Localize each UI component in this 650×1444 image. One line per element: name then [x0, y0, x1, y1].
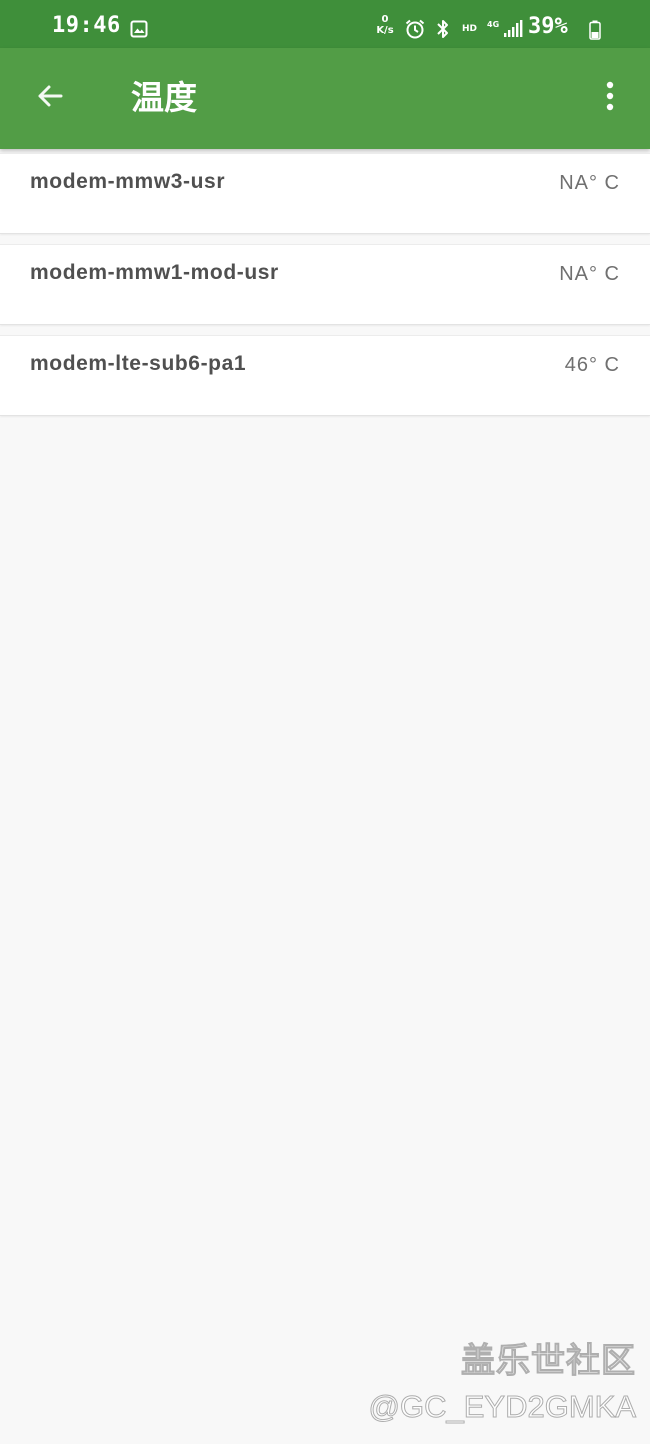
more-options-button[interactable] — [586, 70, 634, 126]
more-vert-icon — [606, 81, 614, 115]
bluetooth-icon — [434, 18, 452, 44]
sensor-row-mmw3[interactable]: modem-mmw3-usr NA° C — [0, 153, 650, 234]
sensor-list: modem-mmw3-usr NA° C modem-mmw1-mod-usr … — [0, 153, 650, 426]
alarm-icon — [404, 18, 426, 44]
network-speed: 0 K/s — [374, 14, 396, 36]
sensor-name: modem-lte-sub6-pa1 — [30, 352, 247, 375]
page-title: 温度 — [131, 78, 197, 117]
signal-icon — [503, 18, 523, 44]
back-button[interactable] — [22, 70, 78, 126]
network-type-label: 4G — [487, 20, 500, 29]
sensor-temperature: NA° C — [559, 263, 620, 285]
sensor-row-lte-sub6[interactable]: modem-lte-sub6-pa1 46° C — [0, 335, 650, 416]
watermark-title: 盖乐世社区 — [461, 1341, 636, 1382]
sensor-name: modem-mmw1-mod-usr — [30, 261, 279, 284]
status-time: 19:46 — [52, 13, 121, 38]
network-speed-unit: K/s — [376, 25, 394, 36]
sensor-temperature: 46° C — [564, 354, 620, 376]
gallery-icon — [130, 20, 148, 42]
watermark-user: @GC_EYD2GMKA — [368, 1389, 636, 1425]
hd-label: HD — [462, 24, 478, 34]
sensor-row-mmw1[interactable]: modem-mmw1-mod-usr NA° C — [0, 244, 650, 325]
network-speed-value: 0 — [381, 14, 389, 25]
app-bar: 温度 — [0, 48, 650, 149]
sensor-name: modem-mmw3-usr — [30, 170, 226, 193]
sensor-temperature: NA° C — [559, 172, 620, 194]
status-bar: 19:46 0 K/s HD 4G 39% — [0, 0, 650, 48]
battery-percent: 39% — [528, 14, 568, 39]
battery-icon — [589, 20, 601, 44]
arrow-left-icon — [34, 80, 66, 116]
